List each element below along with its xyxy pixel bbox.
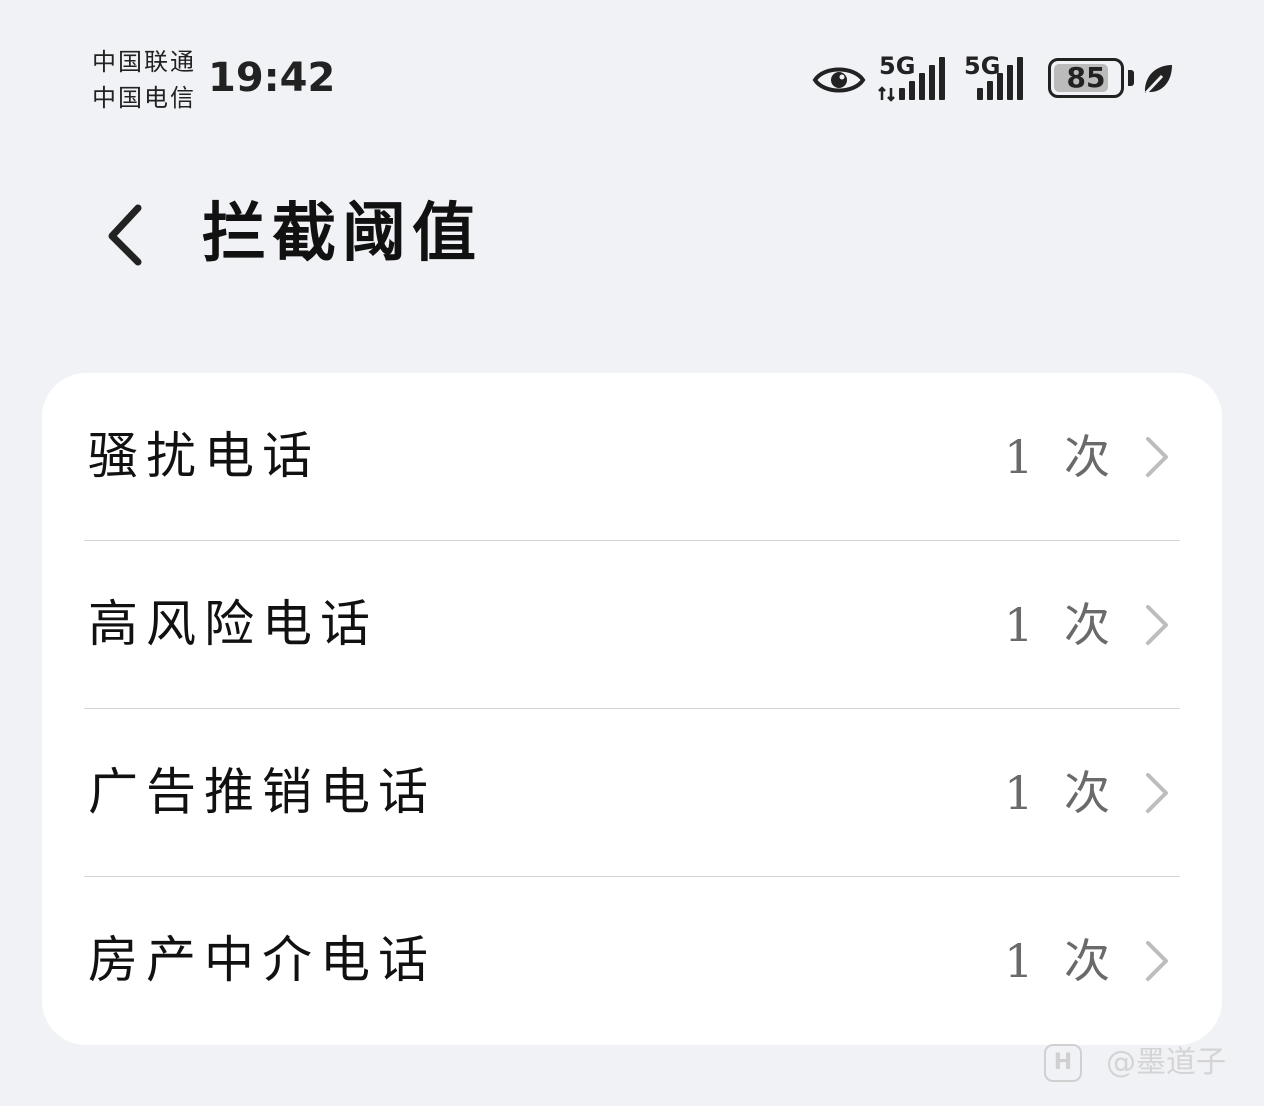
chevron-right-icon bbox=[1146, 773, 1168, 813]
list-item-harassment-calls[interactable]: 骚扰电话 1 次 bbox=[42, 373, 1222, 541]
watermark: H @墨道子 bbox=[1044, 1042, 1244, 1086]
leaf-icon bbox=[1144, 65, 1172, 95]
back-button[interactable] bbox=[98, 200, 158, 270]
page-title: 拦截阈值 bbox=[202, 196, 482, 271]
network-type-2: 5G bbox=[964, 52, 1000, 80]
list-item-value: 1 次 bbox=[1004, 598, 1118, 652]
network-type-1: 5G bbox=[879, 52, 915, 80]
list-item-label: 房产中介电话 bbox=[88, 931, 436, 989]
carrier-info: 中国联通 中国电信 bbox=[92, 44, 196, 116]
chevron-left-icon bbox=[108, 204, 142, 266]
chevron-right-icon bbox=[1146, 437, 1168, 477]
battery-level: 85 bbox=[1066, 61, 1106, 94]
list-item-value: 1 次 bbox=[1004, 430, 1118, 484]
chevron-right-icon bbox=[1146, 605, 1168, 645]
list-item-label: 骚扰电话 bbox=[88, 427, 320, 485]
list-item-ad-sales-calls[interactable]: 广告推销电话 1 次 bbox=[42, 709, 1222, 877]
eye-icon bbox=[812, 67, 866, 93]
chevron-right-icon bbox=[1146, 941, 1168, 981]
carrier-2: 中国电信 bbox=[92, 84, 196, 112]
battery-icon: 85 bbox=[1048, 58, 1124, 98]
battery-nub bbox=[1128, 70, 1134, 86]
interception-threshold-page: 中国联通 中国电信 19:42 5G 5G 85 拦截阈值 骚扰电话 1 次 高… bbox=[0, 0, 1264, 1106]
list-item-label: 广告推销电话 bbox=[88, 763, 436, 821]
status-bar: 中国联通 中国电信 19:42 5G 5G 85 bbox=[0, 0, 1264, 130]
watermark-logo-icon: H bbox=[1044, 1044, 1082, 1082]
list-item-label: 高风险电话 bbox=[88, 595, 378, 653]
signal-5g-1-icon: 5G bbox=[878, 50, 954, 106]
threshold-list-card: 骚扰电话 1 次 高风险电话 1 次 广告推销电话 1 次 房产中介电话 1 次 bbox=[42, 373, 1222, 1045]
list-item-real-estate-agent-calls[interactable]: 房产中介电话 1 次 bbox=[42, 877, 1222, 1045]
carrier-1: 中国联通 bbox=[92, 48, 196, 76]
clock: 19:42 bbox=[208, 55, 336, 101]
list-item-high-risk-calls[interactable]: 高风险电话 1 次 bbox=[42, 541, 1222, 709]
list-item-value: 1 次 bbox=[1004, 766, 1118, 820]
status-icons: 5G 5G 85 bbox=[810, 50, 1190, 106]
watermark-text: @墨道子 bbox=[1106, 1045, 1226, 1080]
signal-5g-2-icon: 5G bbox=[963, 50, 1035, 106]
list-item-value: 1 次 bbox=[1004, 934, 1118, 988]
